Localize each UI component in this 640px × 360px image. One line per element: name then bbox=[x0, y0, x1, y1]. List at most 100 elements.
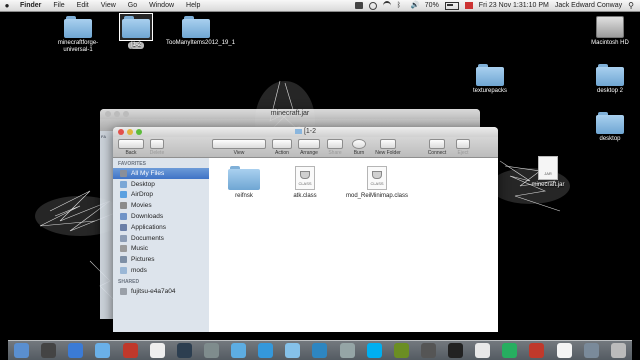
user-name[interactable]: Jack Edward Conway bbox=[555, 2, 622, 9]
sidebar-item[interactable]: Downloads bbox=[113, 211, 209, 222]
hard-disk-icon bbox=[596, 16, 624, 38]
chrome-icon[interactable] bbox=[475, 343, 491, 358]
sidebar-item[interactable]: fujitsu-e4a7a04 bbox=[113, 286, 209, 297]
volume-icon[interactable]: 🔊 bbox=[411, 2, 420, 9]
calendar-icon[interactable] bbox=[149, 343, 165, 358]
music-icon bbox=[120, 245, 127, 253]
menu-app-finder[interactable]: Finder bbox=[14, 2, 47, 9]
desktop-icon-label: desktop bbox=[599, 136, 621, 142]
menu-edit[interactable]: Edit bbox=[71, 2, 95, 9]
bluetooth-icon[interactable]: ᛒ bbox=[397, 2, 405, 9]
dropbox-icon[interactable] bbox=[354, 2, 363, 9]
sidebar-item[interactable]: AirDrop bbox=[113, 190, 209, 201]
sidebar-item[interactable]: All My Files bbox=[113, 168, 209, 179]
action-button[interactable]: Action bbox=[271, 139, 293, 156]
system-preferences-icon[interactable] bbox=[339, 343, 355, 358]
file-browser-content[interactable]: reifnsk CLASS atk.class CLASS mod_ReiMin… bbox=[209, 158, 498, 332]
sidebar: FA bbox=[100, 131, 114, 319]
arrange-button[interactable]: Arrange bbox=[296, 139, 322, 156]
delete-button[interactable]: Delete bbox=[147, 139, 167, 156]
wifi-icon[interactable] bbox=[382, 1, 391, 10]
sidebar-item-label: AirDrop bbox=[131, 191, 154, 199]
terminal-icon[interactable] bbox=[448, 343, 464, 358]
mail-icon[interactable] bbox=[231, 343, 247, 358]
new-folder-button[interactable]: New Folder bbox=[373, 139, 403, 156]
desktop-icon-item[interactable]: TooManyItems2012_19_1 bbox=[166, 16, 236, 47]
back-forward-icon bbox=[118, 139, 144, 149]
trash-icon[interactable] bbox=[610, 343, 626, 358]
utorrent-icon[interactable] bbox=[502, 343, 518, 358]
close-icon[interactable] bbox=[118, 129, 124, 135]
sidebar-heading-favorites: FAVORITES bbox=[118, 161, 146, 167]
window-titlebar[interactable]: minecraft.jar bbox=[100, 109, 480, 119]
menu-help[interactable]: Help bbox=[180, 2, 206, 9]
sidebar-item[interactable]: Documents bbox=[113, 233, 209, 244]
sidebar-item[interactable]: Movies bbox=[113, 200, 209, 211]
desktop-icon-label: minecraft.jar bbox=[531, 182, 565, 188]
battery-percent[interactable]: 70% bbox=[425, 2, 439, 9]
app-store-icon[interactable] bbox=[312, 343, 328, 358]
sidebar-item[interactable]: Pictures bbox=[113, 254, 209, 265]
acrobat-icon[interactable] bbox=[529, 343, 545, 358]
minimize-icon[interactable] bbox=[127, 129, 133, 135]
view-button[interactable]: View bbox=[211, 139, 267, 156]
photo-booth-icon[interactable] bbox=[122, 343, 138, 358]
finder-icon[interactable] bbox=[14, 343, 30, 358]
file-item[interactable]: reifnsk bbox=[214, 166, 274, 200]
clock[interactable]: Fri 23 Nov 1:31:10 PM bbox=[479, 2, 549, 9]
minimize-icon[interactable] bbox=[114, 111, 120, 117]
sidebar-item[interactable]: Desktop bbox=[113, 179, 209, 190]
desktop-icon-label: TooManyItems2012_19_1 bbox=[166, 40, 236, 46]
activity-monitor-icon[interactable] bbox=[420, 343, 436, 358]
dashboard-icon[interactable] bbox=[41, 343, 57, 358]
desktop-icon-item[interactable]: texturepacks bbox=[460, 64, 520, 95]
skype-icon[interactable] bbox=[366, 343, 382, 358]
menu-window[interactable]: Window bbox=[143, 2, 180, 9]
jar-file-icon: JAR bbox=[538, 156, 558, 180]
safari-icon[interactable] bbox=[68, 343, 84, 358]
textedit-icon[interactable] bbox=[556, 343, 572, 358]
downloads-stack-icon[interactable] bbox=[583, 343, 599, 358]
messages-icon[interactable] bbox=[258, 343, 274, 358]
new-folder-icon bbox=[380, 139, 396, 149]
sidebar-item[interactable]: Applications bbox=[113, 222, 209, 233]
desktop-icon-item[interactable]: desktop bbox=[580, 112, 640, 143]
file-label: atk.class bbox=[293, 193, 317, 199]
close-icon[interactable] bbox=[105, 111, 111, 117]
eject-button[interactable]: Eject bbox=[453, 139, 473, 156]
desktop-icon-item[interactable]: desktop 2 bbox=[580, 64, 640, 95]
desktop-icon-item[interactable]: JAR minecraft.jar bbox=[518, 156, 578, 189]
file-item[interactable]: CLASS mod_ReiMinimap.class bbox=[345, 166, 409, 200]
desktop-icon-label: [1-2 bbox=[127, 42, 145, 49]
window-titlebar[interactable]: [1-2 bbox=[113, 127, 498, 137]
file-item[interactable]: CLASS atk.class bbox=[275, 166, 335, 200]
zoom-icon[interactable] bbox=[136, 129, 142, 135]
desktop-icon-label: desktop 2 bbox=[596, 88, 624, 94]
back-button[interactable]: Back bbox=[118, 139, 144, 156]
itunes-icon[interactable] bbox=[95, 343, 111, 358]
flag-icon[interactable] bbox=[464, 2, 473, 9]
desktop-icon-item[interactable]: [1-2 bbox=[106, 13, 166, 49]
share-button[interactable]: Share bbox=[325, 139, 345, 156]
menu-go[interactable]: Go bbox=[122, 2, 143, 9]
time-machine-icon[interactable] bbox=[368, 1, 377, 10]
finder-window-front[interactable]: [1-2 Back Delete View Action Arrange Sha… bbox=[113, 127, 498, 332]
menu-view[interactable]: View bbox=[95, 2, 122, 9]
sidebar-item-label: Pictures bbox=[131, 256, 155, 264]
desktop-icon-item[interactable]: minecraftforge-universal-1 bbox=[48, 16, 108, 54]
minecraft-icon[interactable] bbox=[393, 343, 409, 358]
preview-icon[interactable] bbox=[285, 343, 301, 358]
sidebar-item[interactable]: mods bbox=[113, 265, 209, 276]
game-center-icon[interactable] bbox=[176, 343, 192, 358]
mission-control-icon[interactable] bbox=[203, 343, 219, 358]
connect-button[interactable]: Connect bbox=[425, 139, 449, 156]
share-label: Share bbox=[328, 150, 342, 156]
spotlight-icon[interactable]: ⚲ bbox=[628, 1, 634, 10]
sidebar-item[interactable]: Music bbox=[113, 244, 209, 255]
burn-button[interactable]: Burn bbox=[349, 139, 369, 156]
menu-file[interactable]: File bbox=[47, 2, 70, 9]
burn-icon bbox=[352, 139, 366, 149]
zoom-icon[interactable] bbox=[123, 111, 129, 117]
apple-menu-icon[interactable]: ● bbox=[0, 1, 14, 10]
desktop-icon-item[interactable]: Macintosh HD bbox=[580, 16, 640, 47]
